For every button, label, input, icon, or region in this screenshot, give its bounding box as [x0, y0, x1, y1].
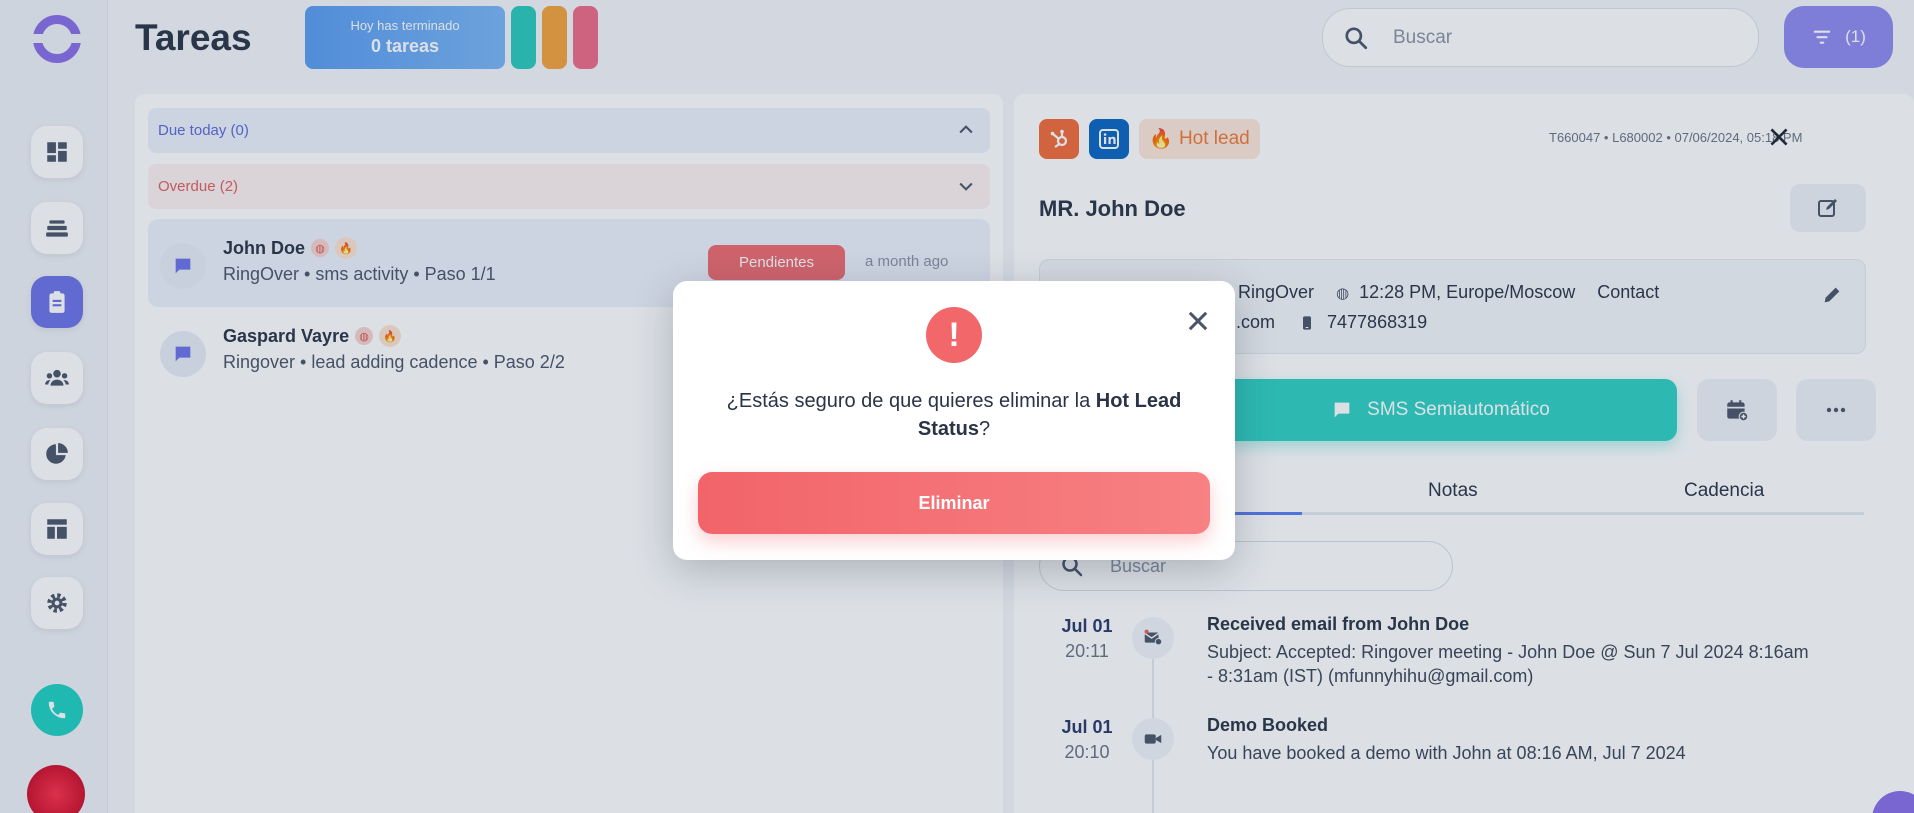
confirm-delete-modal: ! ¿Estás seguro de que quieres eliminar … — [673, 281, 1235, 560]
modal-message: ¿Estás seguro de que quieres eliminar la… — [726, 390, 1182, 440]
alert-icon: ! — [926, 307, 982, 363]
delete-button[interactable]: Eliminar — [698, 472, 1210, 534]
modal-close-icon[interactable] — [1184, 307, 1212, 335]
